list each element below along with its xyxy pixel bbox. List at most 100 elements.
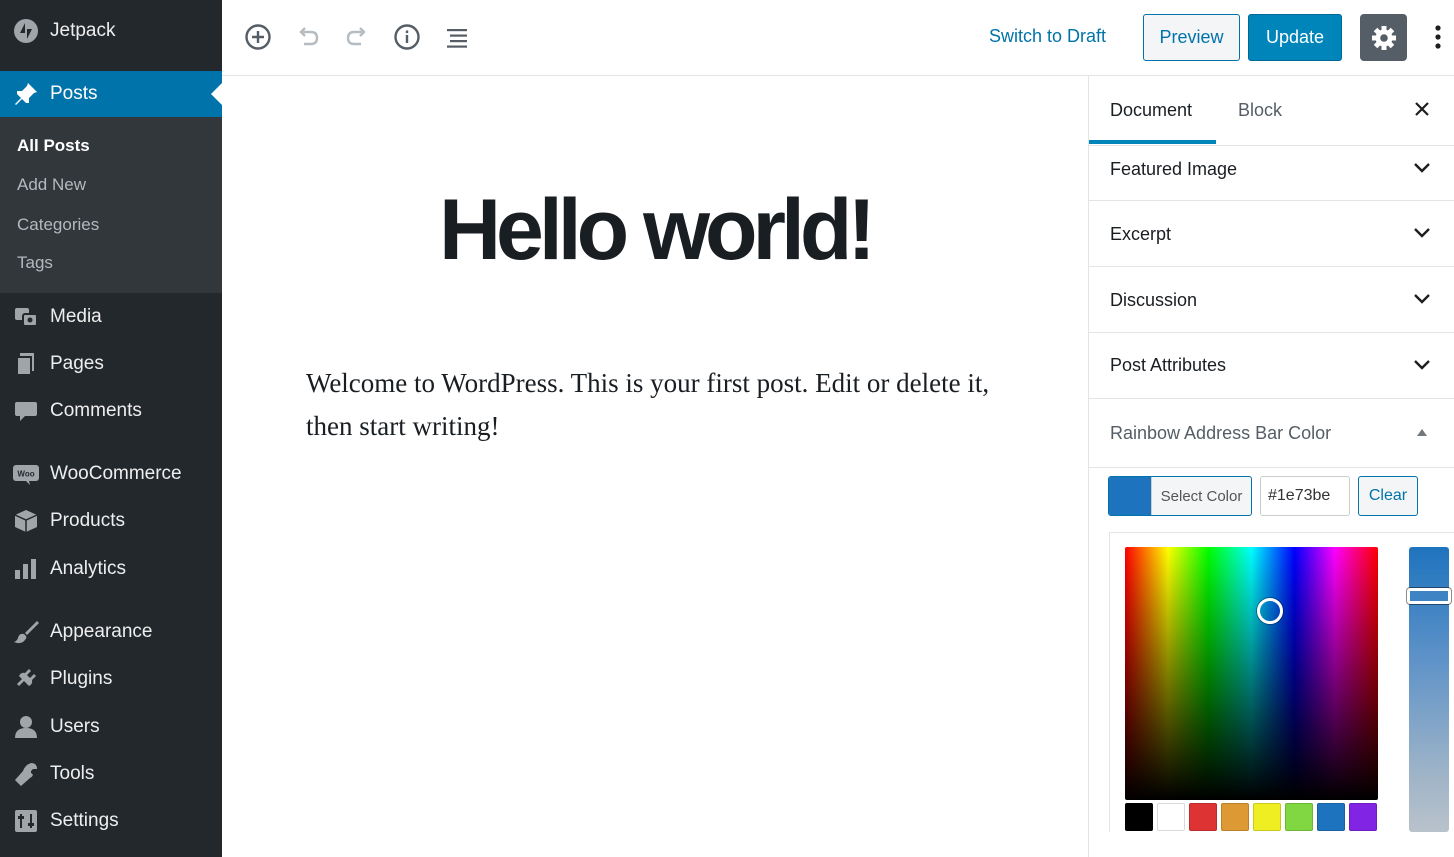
wrench-icon bbox=[12, 760, 40, 788]
section-title: Discussion bbox=[1110, 290, 1198, 310]
hex-color-input[interactable] bbox=[1260, 476, 1350, 516]
plug-icon bbox=[12, 665, 40, 693]
update-button[interactable]: Update bbox=[1248, 14, 1342, 61]
sidebar-item-label: Analytics bbox=[50, 558, 127, 579]
palette-swatch[interactable] bbox=[1157, 803, 1185, 831]
sidebar-item-label: Appearance bbox=[50, 621, 153, 642]
panel-section-post-attributes[interactable]: Post Attributes bbox=[1089, 333, 1454, 399]
editor-toolbar: Switch to Draft Preview Update bbox=[222, 0, 1454, 76]
panel-section-featured-image[interactable]: Featured Image bbox=[1089, 146, 1454, 201]
sidebar-item-label: Jetpack bbox=[50, 20, 116, 41]
panel-section-excerpt[interactable]: Excerpt bbox=[1089, 201, 1454, 267]
sidebar-item-label: Posts bbox=[50, 83, 98, 104]
sidebar-item-jetpack[interactable]: Jetpack bbox=[0, 9, 222, 53]
sidebar-item-label: Plugins bbox=[50, 668, 113, 689]
sidebar-item-users[interactable]: Users bbox=[0, 705, 222, 749]
chevron-down-icon bbox=[1411, 354, 1433, 376]
close-icon[interactable] bbox=[1409, 96, 1435, 122]
submenu-all-posts[interactable]: All Posts bbox=[17, 136, 90, 156]
sidebar-item-label: Pages bbox=[50, 353, 104, 374]
current-color-swatch bbox=[1109, 477, 1151, 515]
info-icon[interactable] bbox=[390, 20, 424, 54]
chevron-down-icon bbox=[1411, 157, 1433, 179]
bar-chart-icon bbox=[12, 555, 40, 583]
post-title[interactable]: Hello world! bbox=[222, 180, 1088, 280]
sidebar-item-products[interactable]: Products bbox=[0, 499, 222, 543]
settings-toggle-button[interactable] bbox=[1360, 14, 1407, 61]
sidebar-item-appearance[interactable]: Appearance bbox=[0, 610, 222, 654]
section-title: Featured Image bbox=[1110, 159, 1238, 179]
active-tab-indicator bbox=[1089, 140, 1216, 144]
sidebar-item-label: Comments bbox=[50, 400, 142, 421]
sidebar-item-settings[interactable]: Settings bbox=[0, 799, 222, 843]
chevron-down-icon bbox=[1411, 222, 1433, 244]
sidebar-item-label: Settings bbox=[50, 810, 119, 831]
palette-swatch[interactable] bbox=[1317, 803, 1345, 831]
submenu-tags[interactable]: Tags bbox=[17, 253, 53, 273]
color-picker bbox=[1109, 532, 1454, 832]
palette-swatch[interactable] bbox=[1349, 803, 1377, 831]
paragraph-block[interactable]: Welcome to WordPress. This is your first… bbox=[306, 362, 1006, 448]
sidebar-item-plugins[interactable]: Plugins bbox=[0, 657, 222, 701]
list-icon[interactable] bbox=[440, 20, 474, 54]
submenu-categories[interactable]: Categories bbox=[17, 215, 99, 235]
panel-section-rainbow-address-bar-color[interactable]: Rainbow Address Bar Color bbox=[1089, 399, 1454, 468]
sidebar-item-label: Products bbox=[50, 510, 125, 531]
tab-block[interactable]: Block bbox=[1238, 100, 1282, 121]
sidebar-item-label: Media bbox=[50, 306, 102, 327]
caret-up-icon bbox=[1411, 421, 1433, 443]
palette-swatch[interactable] bbox=[1221, 803, 1249, 831]
pushpin-icon bbox=[12, 80, 40, 108]
posts-submenu: All Posts Add New Categories Tags bbox=[0, 117, 222, 293]
color-picker-handle[interactable] bbox=[1257, 598, 1283, 624]
sidebar-item-label: Tools bbox=[50, 763, 95, 784]
woocommerce-icon: Woo bbox=[12, 460, 40, 488]
admin-sidebar: Jetpack Posts All Posts Add New Categori… bbox=[0, 0, 222, 857]
color-controls: Select Color Clear bbox=[1089, 468, 1454, 528]
paintbrush-icon bbox=[12, 618, 40, 646]
sidebar-tabs: Document Block bbox=[1089, 76, 1454, 146]
lightness-slider-handle[interactable] bbox=[1407, 588, 1451, 604]
redo-icon[interactable] bbox=[340, 20, 374, 54]
spectrum-overlay bbox=[1125, 547, 1378, 800]
section-title: Post Attributes bbox=[1110, 355, 1227, 375]
chevron-down-icon bbox=[1411, 288, 1433, 310]
sidebar-item-pages[interactable]: Pages bbox=[0, 342, 222, 386]
panel-section-discussion[interactable]: Discussion bbox=[1089, 267, 1454, 333]
section-title: Rainbow Address Bar Color bbox=[1110, 423, 1332, 443]
sidebar-item-comments[interactable]: Comments bbox=[0, 389, 222, 433]
clear-button[interactable]: Clear bbox=[1358, 476, 1418, 516]
tab-document[interactable]: Document bbox=[1110, 100, 1192, 121]
palette-swatch[interactable] bbox=[1189, 803, 1217, 831]
sidebar-item-media[interactable]: Media bbox=[0, 295, 222, 339]
color-spectrum-square[interactable] bbox=[1125, 547, 1378, 800]
select-color-label: Select Color bbox=[1151, 477, 1251, 515]
sidebar-item-label: WooCommerce bbox=[50, 463, 182, 484]
box-icon bbox=[12, 507, 40, 535]
kebab-icon[interactable] bbox=[1427, 20, 1449, 54]
sidebar-item-posts[interactable]: Posts bbox=[0, 71, 222, 117]
sidebar-item-label: Users bbox=[50, 716, 100, 737]
settings-sliders-icon bbox=[12, 807, 40, 835]
palette-swatch[interactable] bbox=[1125, 803, 1153, 831]
sidebar-item-tools[interactable]: Tools bbox=[0, 752, 222, 796]
gear-icon bbox=[1371, 25, 1397, 51]
plus-circle-icon[interactable] bbox=[241, 20, 275, 54]
preview-button[interactable]: Preview bbox=[1143, 14, 1240, 61]
comment-icon bbox=[12, 397, 40, 425]
switch-to-draft-link[interactable]: Switch to Draft bbox=[989, 26, 1106, 47]
pages-icon bbox=[12, 350, 40, 378]
sidebar-item-analytics[interactable]: Analytics bbox=[0, 547, 222, 591]
palette-swatch[interactable] bbox=[1253, 803, 1281, 831]
settings-sidebar: Document Block Featured Image Excerpt Di… bbox=[1088, 76, 1454, 857]
submenu-add-new[interactable]: Add New bbox=[17, 175, 86, 195]
section-title: Excerpt bbox=[1110, 224, 1172, 244]
user-icon bbox=[12, 713, 40, 741]
palette-swatch[interactable] bbox=[1285, 803, 1313, 831]
sidebar-item-woocommerce[interactable]: Woo WooCommerce bbox=[0, 452, 222, 496]
undo-icon[interactable] bbox=[291, 20, 325, 54]
jetpack-icon bbox=[12, 17, 40, 45]
media-icon bbox=[12, 303, 40, 331]
svg-text:Woo: Woo bbox=[17, 470, 34, 479]
select-color-button[interactable]: Select Color bbox=[1108, 476, 1252, 516]
